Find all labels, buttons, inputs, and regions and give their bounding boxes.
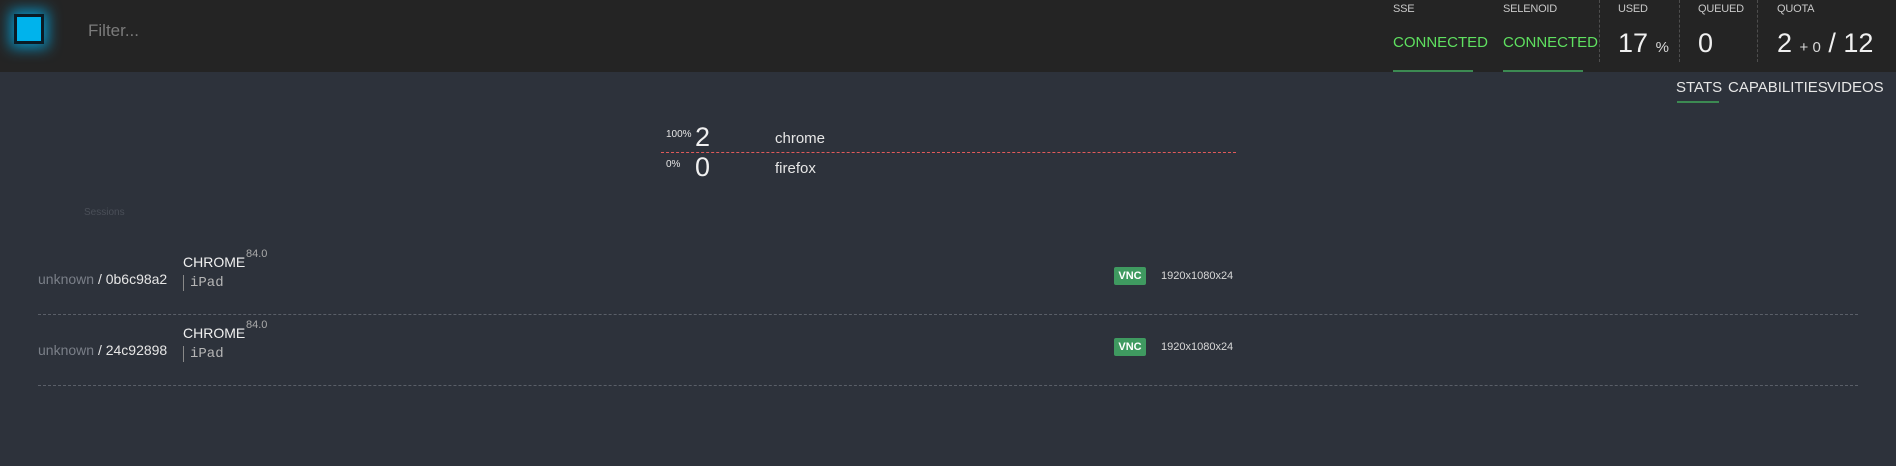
selenoid-value: CONNECTED [1503, 34, 1599, 51]
session-row[interactable]: unknown / 0b6c98a2 CHROME 84.0 iPad VNC … [38, 245, 1858, 315]
divider [1757, 0, 1758, 62]
top-bar: SSE CONNECTED SELENOID CONNECTED USED 17… [0, 0, 1896, 72]
browser-percent: 100% [666, 129, 692, 140]
tab-stats[interactable]: STATS [1676, 79, 1722, 96]
session-resolution: 1920x1080x24 [1161, 270, 1234, 282]
browser-count: 0 [695, 152, 711, 182]
browser-count: 2 [695, 122, 711, 152]
used-label: USED [1618, 3, 1648, 15]
session-browser-version: 84.0 [246, 319, 268, 331]
app-logo-icon[interactable] [14, 14, 44, 44]
session-browser: CHROME [183, 254, 246, 270]
tab-videos[interactable]: VIDEOS [1827, 79, 1884, 96]
browser-name: chrome [775, 130, 826, 147]
session-platform: iPad [183, 346, 224, 362]
sse-indicator-bar [1393, 70, 1473, 72]
quota-label: QUOTA [1777, 3, 1815, 15]
queued-value: 0 [1698, 28, 1714, 58]
quota-value: 2 + 0 / 12 [1777, 28, 1874, 58]
session-id[interactable]: unknown / 24c92898 [38, 342, 167, 358]
tab-capabilities[interactable]: CAPABILITIES [1728, 79, 1828, 96]
browser-percent: 0% [666, 159, 681, 170]
session-id[interactable]: unknown / 0b6c98a2 [38, 271, 167, 287]
browser-divider [661, 152, 1236, 153]
divider [1679, 0, 1680, 62]
vnc-badge[interactable]: VNC [1114, 338, 1146, 356]
divider [1599, 0, 1600, 62]
active-tab-indicator [1677, 101, 1719, 103]
session-resolution: 1920x1080x24 [1161, 341, 1234, 353]
sessions-title: Sessions [84, 207, 125, 218]
selenoid-indicator-bar [1503, 70, 1583, 72]
sse-label: SSE [1393, 3, 1415, 15]
filter-input[interactable] [88, 18, 788, 44]
used-value: 17 % [1618, 28, 1669, 58]
browser-name: firefox [775, 160, 816, 177]
session-platform: iPad [183, 275, 224, 291]
queued-label: QUEUED [1698, 3, 1744, 15]
selenoid-label: SELENOID [1503, 3, 1558, 15]
session-browser-version: 84.0 [246, 248, 268, 260]
vnc-badge[interactable]: VNC [1114, 267, 1146, 285]
sse-value: CONNECTED [1393, 34, 1489, 51]
session-row[interactable]: unknown / 24c92898 CHROME 84.0 iPad VNC … [38, 316, 1858, 386]
session-browser: CHROME [183, 325, 246, 341]
